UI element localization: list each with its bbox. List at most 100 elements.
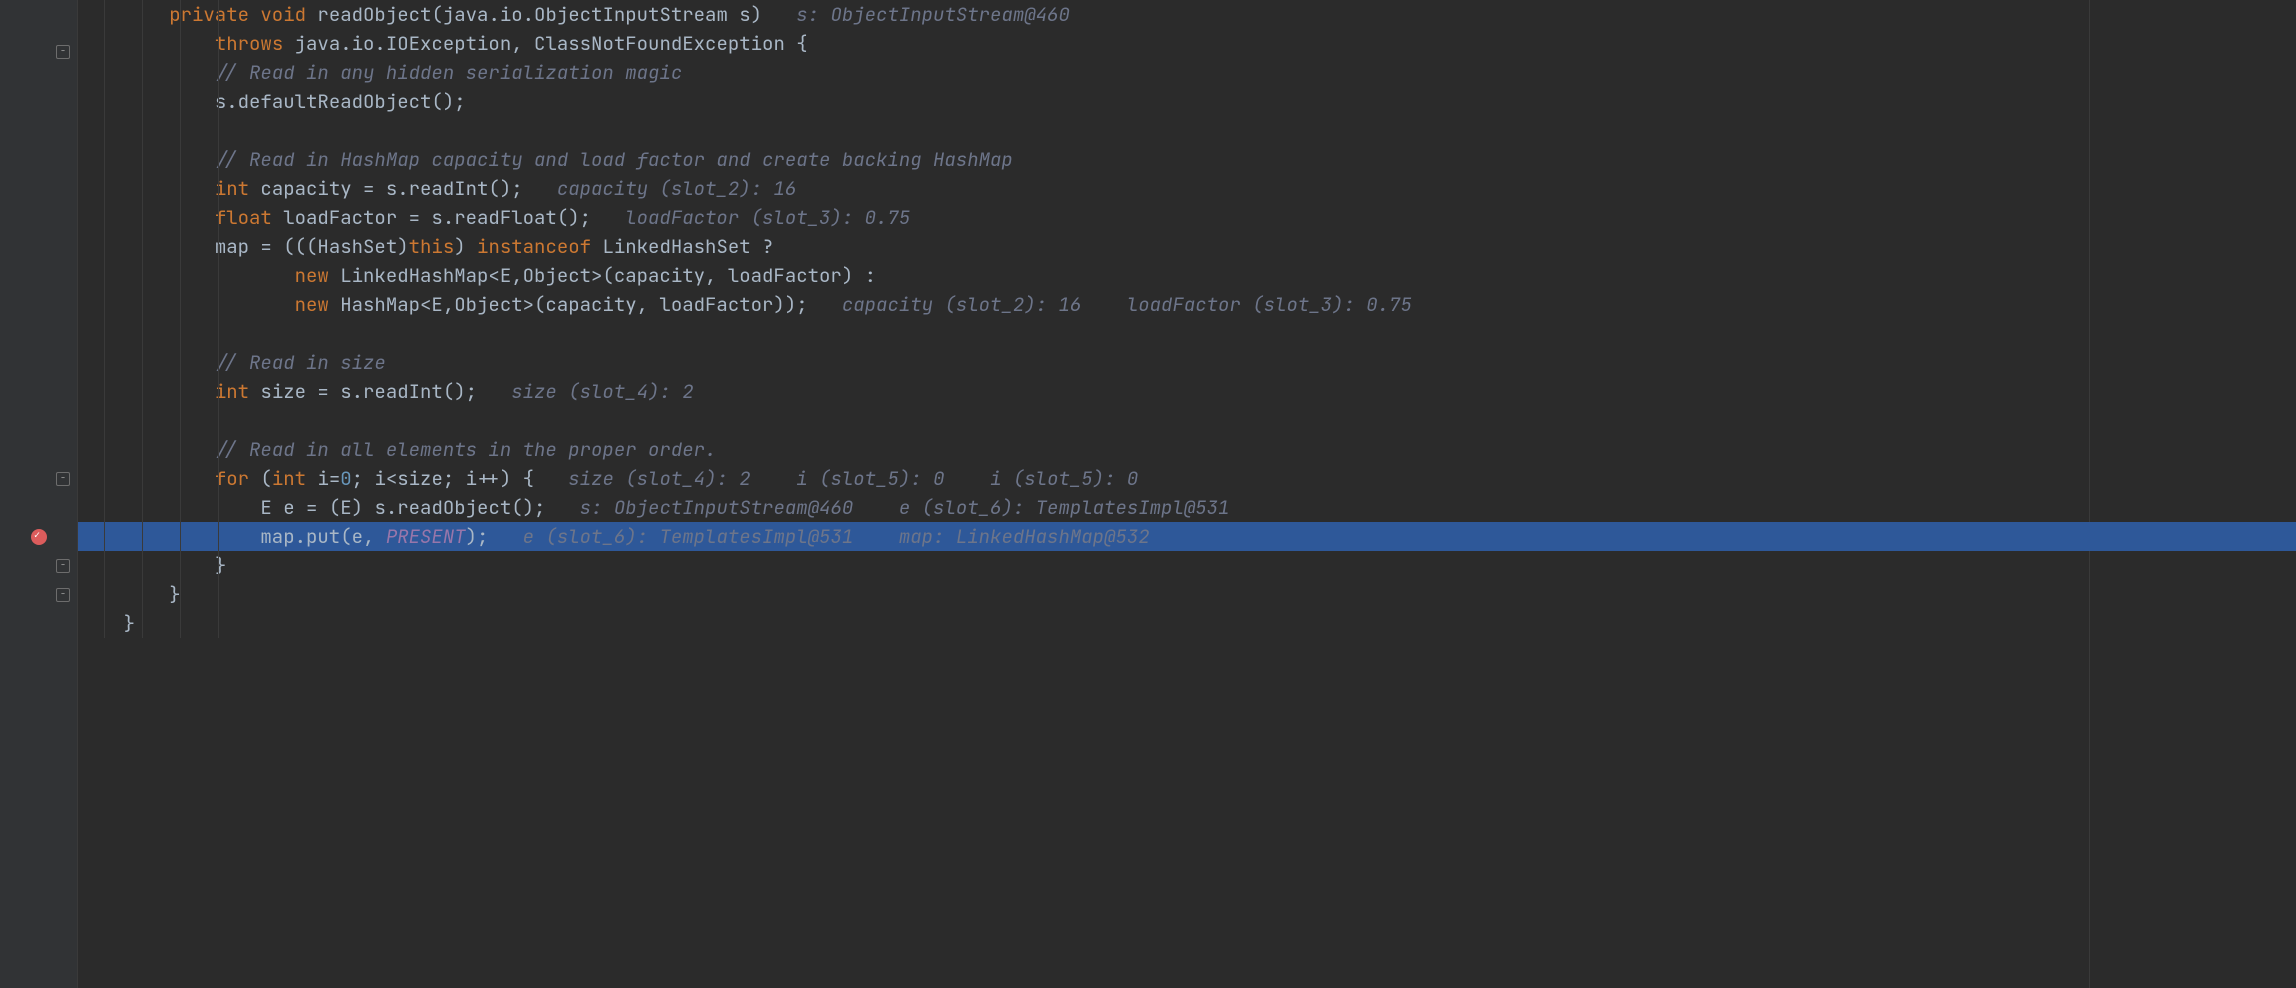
code-line[interactable]: }	[78, 609, 2296, 638]
code-token: loadFactor = s.readFloat();	[283, 205, 625, 230]
code-token: ?	[762, 234, 773, 259]
code-token: ; i<size; i++) {	[352, 466, 569, 491]
code-line[interactable]: new LinkedHashMap<E,Object>(capacity, lo…	[78, 261, 2296, 290]
code-token: }	[124, 611, 135, 636]
code-token: ,Object>(capacity, loadFactor) :	[511, 263, 876, 288]
code-token: }	[169, 582, 180, 607]
indent	[78, 234, 215, 259]
indent	[78, 553, 215, 578]
code-token: E	[260, 495, 283, 520]
indent-guide	[180, 116, 181, 145]
inline-debug-hint: capacity (slot_2): 16	[557, 176, 796, 201]
comment: // Read in size	[215, 350, 386, 375]
code-line[interactable]: map.put(e, PRESENT); e (slot_6): Templat…	[78, 522, 2296, 551]
indent-guide	[218, 609, 219, 638]
code-line[interactable]: throws java.io.IOException, ClassNotFoun…	[78, 29, 2296, 58]
indent	[78, 2, 169, 27]
fold-icon[interactable]: −	[0, 551, 78, 580]
indent-guide	[180, 406, 181, 435]
indent	[78, 263, 295, 288]
inline-debug-hint: size (slot_4): 2	[511, 379, 693, 404]
code-token: E	[500, 263, 511, 288]
code-token: map	[215, 234, 249, 259]
indent	[78, 205, 215, 230]
code-line[interactable]: private void readObject(java.io.ObjectIn…	[78, 0, 2296, 29]
indent-guide	[180, 609, 181, 638]
indent	[78, 31, 215, 56]
code-token: int	[215, 379, 261, 404]
code-line[interactable]: int capacity = s.readInt(); capacity (sl…	[78, 174, 2296, 203]
indent-guide	[142, 319, 143, 348]
code-area[interactable]: private void readObject(java.io.ObjectIn…	[78, 0, 2296, 988]
code-token: void	[260, 2, 317, 27]
indent	[78, 89, 215, 114]
code-token: instanceof	[477, 234, 602, 259]
indent-guide	[180, 319, 181, 348]
indent	[78, 176, 215, 201]
code-line[interactable]: }	[78, 580, 2296, 609]
code-line[interactable]: // Read in any hidden serialization magi…	[78, 58, 2296, 87]
indent-guide	[218, 406, 219, 435]
indent	[78, 495, 260, 520]
indent-guide	[142, 116, 143, 145]
code-token: private	[169, 2, 260, 27]
code-token: ,	[511, 31, 534, 56]
code-line[interactable]: // Read in size	[78, 348, 2296, 377]
code-line[interactable]: s.defaultReadObject();	[78, 87, 2296, 116]
indent-guide	[142, 609, 143, 638]
code-token: new	[295, 292, 341, 317]
code-line[interactable]: }	[78, 551, 2296, 580]
code-token: size = s.readInt();	[260, 379, 511, 404]
indent	[78, 379, 215, 404]
code-line[interactable]	[78, 406, 2296, 435]
code-token: E	[340, 495, 351, 520]
indent-guide	[104, 116, 105, 145]
code-token: LinkedHashSet	[602, 234, 762, 259]
code-editor[interactable]: −−−− private void readObject(java.io.Obj…	[0, 0, 2296, 988]
code-line[interactable]	[78, 116, 2296, 145]
indent-guide	[104, 319, 105, 348]
code-line[interactable]: float loadFactor = s.readFloat(); loadFa…	[78, 203, 2296, 232]
breakpoint-icon[interactable]	[0, 522, 78, 551]
code-token: this	[409, 234, 455, 259]
indent	[78, 350, 215, 375]
indent	[78, 147, 215, 172]
fold-icon[interactable]: −	[0, 464, 78, 493]
code-token: capacity = s.readInt();	[260, 176, 556, 201]
comment: // Read in any hidden serialization magi…	[215, 60, 682, 85]
indent-guide	[218, 319, 219, 348]
code-token: E	[431, 292, 442, 317]
code-token: int	[215, 176, 261, 201]
code-line[interactable]	[78, 319, 2296, 348]
code-line[interactable]: E e = (E) s.readObject(); s: ObjectInput…	[78, 493, 2296, 522]
code-line[interactable]: // Read in all elements in the proper or…	[78, 435, 2296, 464]
code-token: ClassNotFoundException	[534, 31, 796, 56]
editor-gutter[interactable]: −−−−	[0, 0, 78, 988]
code-token: PRESENT	[386, 524, 466, 549]
code-line[interactable]: new HashMap<E,Object>(capacity, loadFact…	[78, 290, 2296, 319]
inline-debug-hint: s: ObjectInputStream@460 e (slot_6): Tem…	[580, 495, 1230, 520]
indent	[78, 466, 215, 491]
code-token: ) s.readObject();	[352, 495, 580, 520]
code-lines[interactable]: private void readObject(java.io.ObjectIn…	[78, 0, 2296, 638]
code-token: s.defaultReadObject();	[215, 89, 466, 114]
inline-debug-hint: loadFactor (slot_3): 0.75	[625, 205, 910, 230]
code-token: {	[796, 31, 807, 56]
code-token: e = (	[283, 495, 340, 520]
fold-icon[interactable]: −	[0, 37, 78, 66]
comment: // Read in all elements in the proper or…	[215, 437, 717, 462]
code-token: HashMap<	[340, 292, 431, 317]
indent	[78, 524, 260, 549]
code-token: );	[466, 524, 523, 549]
code-line[interactable]: for (int i=0; i<size; i++) { size (slot_…	[78, 464, 2296, 493]
code-token: (	[260, 466, 271, 491]
inline-debug-hint: size (slot_4): 2 i (slot_5): 0 i (slot_5…	[568, 466, 1138, 491]
code-line[interactable]: map = (((HashSet)this) instanceof Linked…	[78, 232, 2296, 261]
comment: // Read in HashMap capacity and load fac…	[215, 147, 1013, 172]
indent	[78, 60, 215, 85]
indent-guide	[104, 406, 105, 435]
code-line[interactable]: // Read in HashMap capacity and load fac…	[78, 145, 2296, 174]
fold-icon[interactable]: −	[0, 580, 78, 609]
code-line[interactable]: int size = s.readInt(); size (slot_4): 2	[78, 377, 2296, 406]
code-token: .put(e,	[295, 524, 386, 549]
